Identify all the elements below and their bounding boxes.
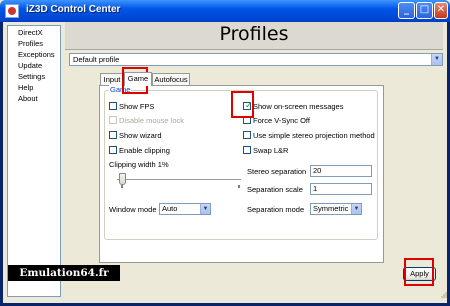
enable-clipping-checkbox[interactable]: Enable clipping [109, 146, 170, 156]
chevron-down-icon[interactable]: ▼ [351, 204, 361, 214]
separation-mode-dropdown[interactable]: Symmetric ▼ [310, 203, 362, 215]
maximize-button[interactable]: □ [416, 2, 433, 19]
apply-button[interactable]: Apply [403, 267, 436, 281]
minimize-button[interactable]: _ [398, 2, 415, 19]
force-vsync-off-checkbox[interactable]: Force V-Sync Off [243, 116, 310, 126]
window-mode-dropdown[interactable]: Auto ▼ [159, 203, 211, 215]
sidebar-nav: DirectX Profiles Exceptions Update Setti… [7, 25, 61, 297]
game-group: Game Show FPS Disable mouse lock Show wi… [104, 85, 378, 240]
separation-mode-label: Separation mode [247, 205, 305, 214]
client-area: DirectX Profiles Exceptions Update Setti… [3, 22, 447, 303]
checkbox-label: Show on-screen messages [253, 102, 344, 111]
chevron-down-icon[interactable]: ▼ [200, 204, 210, 214]
checkbox-label: Disable mouse lock [119, 116, 185, 125]
show-on-screen-messages-checkbox[interactable]: ✓ Show on-screen messages [243, 100, 344, 112]
title-bar[interactable]: iZ3D Control Center _ □ ✕ [0, 0, 450, 22]
checkbox-box [109, 116, 117, 124]
sidebar-item-settings[interactable]: Settings [8, 71, 60, 82]
checkbox-box[interactable] [109, 146, 117, 154]
checkbox-label: Show FPS [119, 102, 155, 111]
checkbox-box[interactable] [109, 102, 117, 110]
checkbox-box[interactable] [243, 146, 251, 154]
checkbox-box[interactable] [243, 131, 251, 139]
separation-scale-label: Separation scale [247, 185, 303, 194]
sidebar-item-update[interactable]: Update [8, 60, 60, 71]
checkmark-icon: ✓ [245, 100, 253, 110]
checkbox-label: Enable clipping [119, 146, 170, 155]
watermark: Emulation64.fr [8, 265, 120, 281]
game-tab-panel: Game Show FPS Disable mouse lock Show wi… [99, 85, 384, 263]
sidebar-item-exceptions[interactable]: Exceptions [8, 49, 60, 60]
window-mode-label: Window mode [109, 205, 157, 214]
group-title: Game [109, 85, 132, 94]
tab-autofocus[interactable]: Autofocus [152, 73, 190, 85]
show-fps-checkbox[interactable]: Show FPS [109, 102, 154, 112]
stereo-separation-input[interactable]: 20 [310, 165, 372, 177]
clipping-width-slider-track[interactable] [117, 179, 241, 181]
checkbox-box[interactable]: ✓ [243, 100, 253, 110]
header-panel: Profiles [65, 22, 443, 50]
tab-input[interactable]: Input [100, 73, 124, 85]
sidebar-item-profiles[interactable]: Profiles [8, 38, 60, 49]
checkbox-box[interactable] [243, 116, 251, 124]
checkbox-label: Show wizard [119, 131, 162, 140]
clipping-width-slider-thumb[interactable] [119, 173, 126, 185]
slider-ticks [121, 185, 240, 188]
show-wizard-checkbox[interactable]: Show wizard [109, 131, 162, 141]
stereo-separation-label: Stereo separation [247, 167, 307, 176]
profile-dropdown-value: Default profile [73, 55, 120, 64]
window-title: iZ3D Control Center [26, 4, 121, 15]
checkbox-label: Force V-Sync Off [253, 116, 310, 125]
tab-game[interactable]: Game [124, 72, 152, 86]
app-window: iZ3D Control Center _ □ ✕ DirectX Profil… [0, 0, 450, 306]
profile-dropdown[interactable]: Default profile ▼ [69, 53, 443, 66]
separation-mode-value: Symmetric [313, 204, 349, 213]
checkbox-label: Use simple stereo projection method [253, 131, 375, 140]
checkbox-box[interactable] [109, 131, 117, 139]
clipping-width-label: Clipping width 1% [109, 160, 169, 169]
chevron-down-icon[interactable]: ▼ [431, 54, 442, 65]
sidebar-item-about[interactable]: About [8, 93, 60, 104]
close-button[interactable]: ✕ [434, 2, 448, 19]
sidebar-item-help[interactable]: Help [8, 82, 60, 93]
disable-mouse-lock-checkbox: Disable mouse lock [109, 116, 184, 126]
sidebar-item-directx[interactable]: DirectX [8, 27, 60, 38]
app-icon [5, 4, 19, 18]
checkbox-label: Swap L&R [253, 146, 289, 155]
simple-stereo-projection-checkbox[interactable]: Use simple stereo projection method [243, 131, 375, 141]
resize-grip-icon[interactable] [439, 290, 447, 298]
swap-lr-checkbox[interactable]: Swap L&R [243, 146, 288, 156]
separation-scale-input[interactable]: 1 [310, 183, 372, 195]
page-title: Profiles [219, 23, 289, 45]
window-mode-value: Auto [162, 204, 178, 213]
